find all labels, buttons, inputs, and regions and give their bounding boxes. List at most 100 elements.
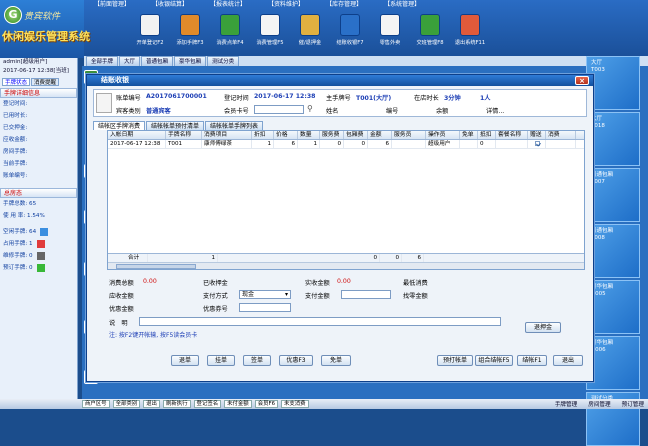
column-header[interactable]: 金额: [368, 131, 392, 139]
menu-front[interactable]: 【前面管理】: [84, 0, 140, 10]
tab-prepay[interactable]: 结帐帐单预付清单: [146, 121, 205, 130]
toolbar-button-2[interactable]: 消费点单F4: [210, 12, 250, 54]
menu-inventory[interactable]: 【库存管理】: [316, 0, 372, 10]
menu-data[interactable]: 【资料维护】: [258, 0, 314, 10]
column-header[interactable]: 消费: [546, 131, 576, 139]
column-header[interactable]: 入帐日期: [108, 131, 166, 139]
payamount-input[interactable]: [341, 290, 391, 299]
room-card[interactable]: 豪华包厢 H005: [586, 280, 640, 334]
column-header[interactable]: 数量: [298, 131, 320, 139]
note-label: 说 明: [109, 320, 128, 327]
note-input[interactable]: [139, 317, 501, 326]
toolbar-button-5[interactable]: 结账收银F7: [330, 12, 370, 54]
paymode-label: 支付方式: [203, 293, 228, 300]
tab-consume-reminder[interactable]: 消费提醒: [31, 78, 60, 86]
detail-link[interactable]: 详情...: [486, 106, 504, 115]
column-header[interactable]: 消费项目: [202, 131, 252, 139]
close-icon[interactable]: ×: [575, 76, 589, 85]
table-cell: 1: [252, 140, 274, 148]
tab-all[interactable]: 全部手牌: [86, 56, 119, 66]
logo-subtitle: 贵宾软件: [24, 12, 61, 22]
checkout-button[interactable]: 结帐F1: [517, 355, 547, 366]
status-field[interactable]: 会员F6: [254, 400, 278, 408]
room-card-code: H005: [591, 291, 606, 297]
toolbar-button-3[interactable]: 消费管理F5: [250, 12, 290, 54]
column-header[interactable]: 赠送: [528, 131, 546, 139]
status-field[interactable]: 未支消费: [281, 400, 309, 408]
column-header[interactable]: 抵扣: [478, 131, 496, 139]
status-nav-link[interactable]: 预订管理: [618, 400, 648, 408]
gift-checkbox[interactable]: [535, 141, 540, 146]
current-datetime: 2017-06-17 12:38[当班]: [3, 68, 69, 74]
menu-system[interactable]: 【系统管理】: [374, 0, 430, 10]
room-card-code: T008: [591, 235, 605, 241]
member-card-input[interactable]: [254, 105, 304, 114]
paymode-select[interactable]: 现金 ▾: [239, 290, 291, 299]
horizontal-scrollbar[interactable]: [108, 262, 584, 269]
exit-button[interactable]: 退出: [553, 355, 583, 366]
total-consume-value: 0.00: [143, 278, 157, 285]
preprint-button[interactable]: 预打帐单: [437, 355, 473, 366]
room-card[interactable]: 普通包厢 T008: [586, 224, 640, 278]
toolbar-icon: [260, 14, 280, 36]
tab-card-list[interactable]: 结帐帐单手牌列表: [205, 121, 264, 130]
column-header[interactable]: 价格: [274, 131, 298, 139]
toolbar-button-1[interactable]: 添加手牌F3: [170, 12, 210, 54]
status-label: 预订手牌: 0: [3, 265, 33, 271]
column-header[interactable]: 手牌名称: [166, 131, 202, 139]
free-order-button[interactable]: 免单: [321, 355, 351, 366]
toolbar-button-8[interactable]: 退出系统F11: [450, 12, 490, 54]
toolbar-button-0[interactable]: 开单登记F2: [130, 12, 170, 54]
status-field[interactable]: 全部类别: [112, 400, 141, 408]
table-cell: [460, 140, 478, 148]
room-card[interactable]: 豪华包厢 H006: [586, 336, 640, 390]
actual-value: 0.00: [337, 278, 351, 285]
status-field[interactable]: 刷新执行: [162, 400, 191, 408]
toolbar-button-6[interactable]: 零售外卖: [370, 12, 410, 54]
room-card[interactable]: 大厅 T018: [586, 112, 640, 166]
combined-checkout-button[interactable]: 组合结帐F5: [475, 355, 513, 366]
discount-button[interactable]: 优惠F3: [279, 355, 313, 366]
hang-order-button[interactable]: 挂单: [207, 355, 235, 366]
tab-card-status[interactable]: 手牌状态: [2, 78, 31, 86]
menu-cashier[interactable]: 【收银结算】: [142, 0, 198, 10]
column-header[interactable]: 服务费: [320, 131, 344, 139]
tab-hall[interactable]: 大厅: [119, 56, 141, 66]
room-card[interactable]: 普通包厢 T007: [586, 168, 640, 222]
tab-normal-box[interactable]: 普通包厢: [141, 56, 174, 66]
room-card[interactable]: 大厅 T003: [586, 56, 640, 110]
table-cell: [528, 140, 546, 148]
column-header[interactable]: 免单: [460, 131, 478, 139]
search-icon[interactable]: ⚲: [307, 104, 313, 113]
scroll-thumb[interactable]: [116, 264, 196, 269]
status-nav-link[interactable]: 手牌管理: [551, 400, 581, 408]
menu-reports[interactable]: 【报表统计】: [200, 0, 256, 10]
column-header[interactable]: 折扣: [252, 131, 274, 139]
coupon-input[interactable]: [239, 303, 291, 312]
main-menu: 【前面管理】 【收银结算】 【报表统计】 【资料维护】 【库存管理】 【系统管理…: [84, 0, 648, 10]
toolbar-button-4[interactable]: 催/退押金: [290, 12, 330, 54]
table-row[interactable]: 2017-06-17 12:38 T001 康师傅绿茶 1 6 1 0 0 6 超级用户 0: [108, 140, 584, 149]
room-card-code: T007: [591, 179, 605, 185]
dialog-title-text: 结账收银: [101, 76, 129, 84]
sign-order-button[interactable]: 签单: [243, 355, 271, 366]
status-nav-link[interactable]: 房间管理: [584, 400, 614, 408]
room-card-title: 豪华包厢: [591, 284, 614, 290]
return-deposit-button[interactable]: 退押金: [525, 322, 561, 333]
column-header[interactable]: 操作员: [426, 131, 460, 139]
column-header[interactable]: 套餐名称: [496, 131, 528, 139]
tab-test[interactable]: 测试分类: [207, 56, 240, 66]
status-field[interactable]: 退出: [143, 400, 160, 408]
toolbar-button-7[interactable]: 交班管理F8: [410, 12, 450, 54]
tab-luxury-box[interactable]: 豪华包厢: [174, 56, 207, 66]
status-field[interactable]: 未付金额: [224, 400, 252, 408]
cancel-order-button[interactable]: 退单: [171, 355, 199, 366]
status-field[interactable]: 登记签名: [193, 400, 222, 408]
table-cell: T001: [166, 140, 202, 148]
hint-text: 注: 按F2键开帐输, 按F5读会员卡: [109, 332, 198, 339]
column-header[interactable]: 包厢费: [344, 131, 368, 139]
tab-consume[interactable]: 结帐区手牌消费: [93, 121, 146, 130]
column-header[interactable]: 服务员: [392, 131, 426, 139]
status-field[interactable]: 商户区号: [82, 400, 110, 408]
reg-time-label: 登记时间: [224, 95, 249, 102]
